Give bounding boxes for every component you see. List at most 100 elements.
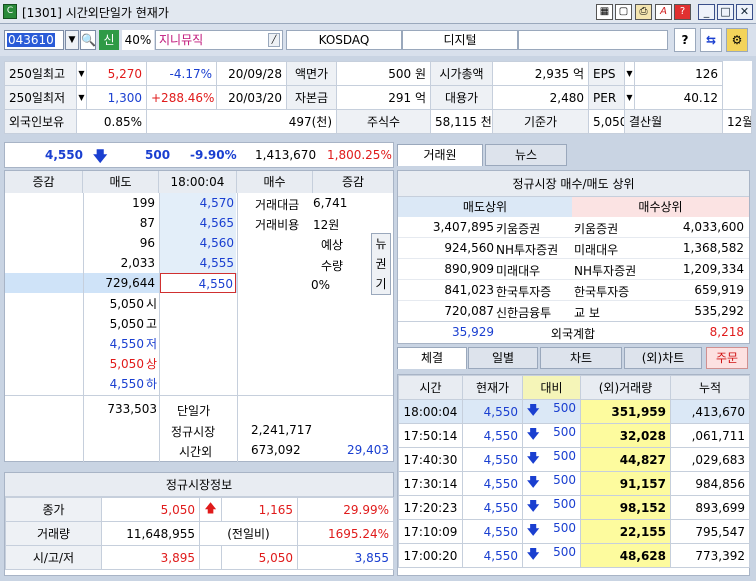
row-dropdown-icon[interactable]: ▼: [624, 61, 635, 86]
expected-rate: 0%: [311, 278, 331, 292]
ask-price[interactable]: 4,560: [160, 233, 236, 253]
order-button[interactable]: 주문: [706, 347, 748, 369]
row-dropdown-icon[interactable]: ▼: [76, 61, 87, 86]
tab-trade-2[interactable]: 차트: [540, 347, 622, 369]
trade-row[interactable]: 17:30:14 4,550 🡇 500 91,157 984,856: [398, 471, 750, 496]
tab-trade-0[interactable]: 체결: [397, 347, 467, 369]
price-info-label: 상: [145, 357, 157, 371]
trades-header: 시간: [398, 375, 463, 400]
settings-icon[interactable]: ⚙: [726, 28, 748, 52]
down-arrow-icon: 🡇: [93, 149, 108, 165]
trade-price: 4,550: [462, 543, 523, 568]
ask-price[interactable]: 4,550: [160, 273, 236, 293]
tab-trade-3[interactable]: (외)차트: [624, 347, 702, 369]
trade-row[interactable]: 17:10:09 4,550 🡇 500 22,155 795,547: [398, 519, 750, 544]
sell-qty: 924,560: [444, 241, 494, 255]
stock-name-dropdown-icon[interactable]: ╱: [268, 33, 280, 47]
trade-row[interactable]: 17:20:23 4,550 🡇 500 98,152 893,699: [398, 495, 750, 520]
trade-row[interactable]: 17:40:30 4,550 🡇 500 44,827,029,683: [398, 447, 750, 472]
ask-price[interactable]: 4,565: [160, 213, 236, 233]
regular-market-table: 종가 5,050 🡅 1,165 29.99% 거래량 11,648,955 (전일비) 169…: [5, 497, 394, 570]
price-info-value: 5,050: [109, 297, 144, 311]
up-arrow-icon: 🡅: [199, 497, 222, 522]
buy-qty: 659,919: [694, 283, 744, 297]
font-icon[interactable]: A: [655, 4, 672, 20]
trade-volume: 22,155: [580, 519, 671, 544]
help-icon[interactable]: ?: [674, 4, 691, 20]
trade-row[interactable]: 17:00:20 4,550 🡇 500 48,628 773,392: [398, 543, 750, 568]
trade-volume: 91,157: [580, 471, 671, 496]
trade-volume: 351,959: [580, 399, 671, 424]
info-value: 291 억: [336, 85, 431, 110]
after-hours-bid-qty: 673,092: [251, 443, 301, 457]
trade-cumulative: ,029,683: [670, 447, 750, 472]
regular-qty: 2,241,717: [251, 423, 313, 437]
regular-value: 29.99%: [297, 497, 394, 522]
tab-news[interactable]: 뉴스: [485, 144, 567, 166]
ask-row[interactable]: 87 4,565: [83, 213, 237, 233]
sell-broker: 한국투자증: [496, 285, 552, 299]
info-row: 250일최저 ▼ 1,300 +288.46% 20/03/20 자본금 291 억 대용가 2…: [4, 85, 752, 110]
broker-row[interactable]: 841,023 한국투자증 한국투자증 659,919: [398, 280, 749, 301]
change-rate: -9.90%: [190, 148, 237, 162]
broker-row[interactable]: 3,407,895 키움증권 키움증권 4,033,600: [398, 217, 749, 238]
stock-code-input[interactable]: 043610: [4, 30, 64, 50]
info-rate: +288.46%: [146, 85, 217, 110]
close-button[interactable]: ✕: [736, 4, 753, 20]
search-icon[interactable]: 🔍: [80, 30, 96, 50]
trade-cumulative: 984,856: [670, 471, 750, 496]
minimize-button[interactable]: _: [698, 4, 715, 20]
window-icon[interactable]: ▢: [615, 4, 632, 20]
info-value: 500 원: [336, 61, 431, 86]
trade-time: 17:10:09: [398, 519, 463, 544]
regular-label: 거래량: [5, 521, 102, 546]
broker-row[interactable]: 890,909 미래대우 NH투자증권 1,209,334: [398, 259, 749, 280]
ask-row[interactable]: 199 4,570: [83, 193, 237, 213]
trade-change-value: 500: [553, 545, 576, 559]
trade-price: 4,550: [462, 423, 523, 448]
trade-volume: 98,152: [580, 495, 671, 520]
broker-row[interactable]: 924,560 NH투자증권 미래대우 1,368,582: [398, 238, 749, 259]
broker-row[interactable]: 720,087 신한금융투 교 보 535,292: [398, 301, 749, 322]
ask-row[interactable]: 729,644 4,550: [83, 273, 237, 293]
trade-change-value: 500: [553, 521, 576, 535]
price-info-label: 저: [145, 337, 157, 351]
code-dropdown-icon[interactable]: ▼: [65, 30, 79, 50]
layout-icon[interactable]: ▦: [596, 4, 613, 20]
ask-row[interactable]: 96 4,560: [83, 233, 237, 253]
ask-row[interactable]: 2,033 4,555: [83, 253, 237, 273]
row-dropdown-icon[interactable]: ▼: [624, 85, 635, 110]
news-button[interactable]: 뉴권기: [371, 233, 391, 295]
ask-price[interactable]: 4,570: [160, 193, 236, 213]
foreign-sell-total: 35,929: [452, 325, 494, 339]
regular-market-title: 정규시장정보: [5, 473, 393, 497]
single-price-label: 단일가: [177, 404, 211, 418]
regular-market-panel: 정규시장정보 종가 5,050 🡅 1,165 29.99% 거래량 11,648,955(…: [4, 472, 394, 576]
trade-row[interactable]: 17:50:14 4,550 🡇 500 32,028,061,711: [398, 423, 750, 448]
credit-badge: 신: [99, 30, 119, 50]
maximize-button[interactable]: □: [717, 4, 734, 20]
row-dropdown-icon[interactable]: ▼: [76, 85, 87, 110]
info-label: 기준가: [492, 109, 589, 134]
trade-row[interactable]: 18:00:04 4,550 🡇 500 351,959,413,670: [398, 399, 750, 424]
price-info-item: 4,550 하: [85, 375, 157, 392]
tab-broker[interactable]: 거래원: [397, 144, 483, 166]
info-label: 자본금: [286, 85, 337, 110]
help-button[interactable]: ?: [674, 28, 696, 52]
regular-label: 종가: [5, 497, 102, 522]
trade-price: 4,550: [462, 519, 523, 544]
print-icon[interactable]: ⎙: [635, 4, 652, 20]
trade-change: 🡇 500: [522, 399, 581, 424]
price-info-value: 4,550: [109, 377, 144, 391]
trade-time: 17:50:14: [398, 423, 463, 448]
ask-qty: 87: [139, 216, 155, 230]
tab-trade-1[interactable]: 일별: [468, 347, 538, 369]
regular-spacer: [199, 545, 222, 570]
price-info-label: 고: [145, 317, 157, 331]
sell-top-header: 매도상위: [398, 197, 572, 217]
trades-table: 시간 현재가 대비 (외)거래량 누적 18:00:04 4,550 🡇 500 351,959…: [398, 375, 750, 568]
ask-price[interactable]: 4,555: [160, 253, 236, 273]
info-row: 외국인보유 0.85% 497(천) 주식수 58,115 천 기준가 5,050 결산월 12…: [4, 109, 752, 134]
swap-icon[interactable]: ⇆: [700, 28, 722, 52]
trades-header: (외)거래량: [580, 375, 671, 400]
